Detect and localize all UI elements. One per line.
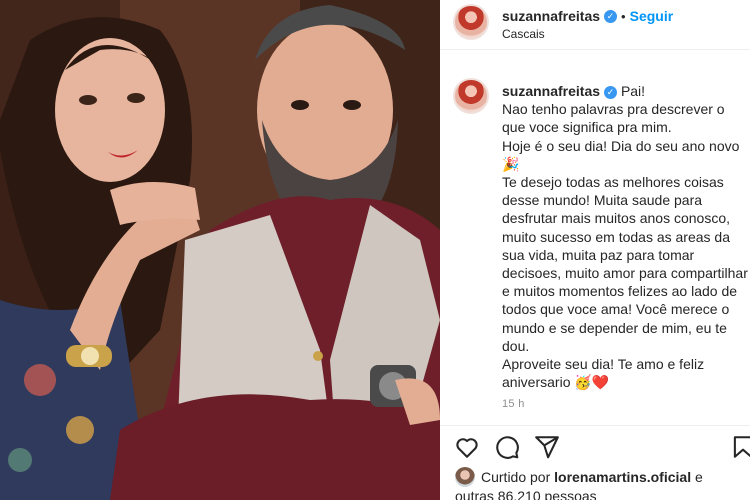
heart-icon[interactable] — [454, 434, 480, 460]
comment-icon[interactable] — [494, 434, 520, 460]
verified-badge-icon: ✓ — [604, 10, 618, 24]
post-photo[interactable] — [0, 0, 440, 500]
post-side-panel: suzannafreitas ✓ • Seguir Cascais suzannafr… — [440, 0, 750, 500]
likes-others-link[interactable]: outras 86.210 pessoas — [455, 488, 597, 500]
likes-summary: Curtido por lorenamartins.oficial e outra… — [455, 467, 750, 500]
photo-illustration — [0, 0, 440, 500]
liker-avatar[interactable] — [455, 467, 475, 487]
separator-dot: • — [621, 9, 626, 24]
caption-text-block: suzannafreitas ✓ Pai! Nao tenho palavras … — [502, 82, 748, 391]
profile-avatar[interactable] — [453, 4, 489, 40]
caption-avatar[interactable] — [453, 78, 489, 114]
likes-prefix: Curtido por — [481, 469, 551, 485]
caption-text: Pai! Nao tenho palavras pra descrever o … — [502, 83, 748, 391]
liker-username[interactable]: lorenamartins.oficial — [554, 469, 691, 485]
bookmark-icon[interactable] — [730, 434, 750, 460]
action-bar — [440, 425, 750, 465]
post-header: suzannafreitas ✓ • Seguir Cascais — [440, 0, 750, 50]
header-username[interactable]: suzannafreitas — [502, 8, 600, 24]
caption-verified-badge-icon: ✓ — [604, 85, 618, 99]
follow-button[interactable]: Seguir — [630, 8, 674, 24]
likes-connector: e — [694, 469, 703, 485]
caption-username[interactable]: suzannafreitas — [502, 83, 600, 99]
caption-area: suzannafreitas ✓ Pai! Nao tenho palavras … — [440, 70, 750, 420]
share-icon[interactable] — [534, 434, 560, 460]
post-timestamp[interactable]: 15 h — [502, 398, 525, 410]
header-name-row: suzannafreitas ✓ • Seguir — [502, 8, 673, 26]
post-location[interactable]: Cascais — [502, 27, 545, 41]
